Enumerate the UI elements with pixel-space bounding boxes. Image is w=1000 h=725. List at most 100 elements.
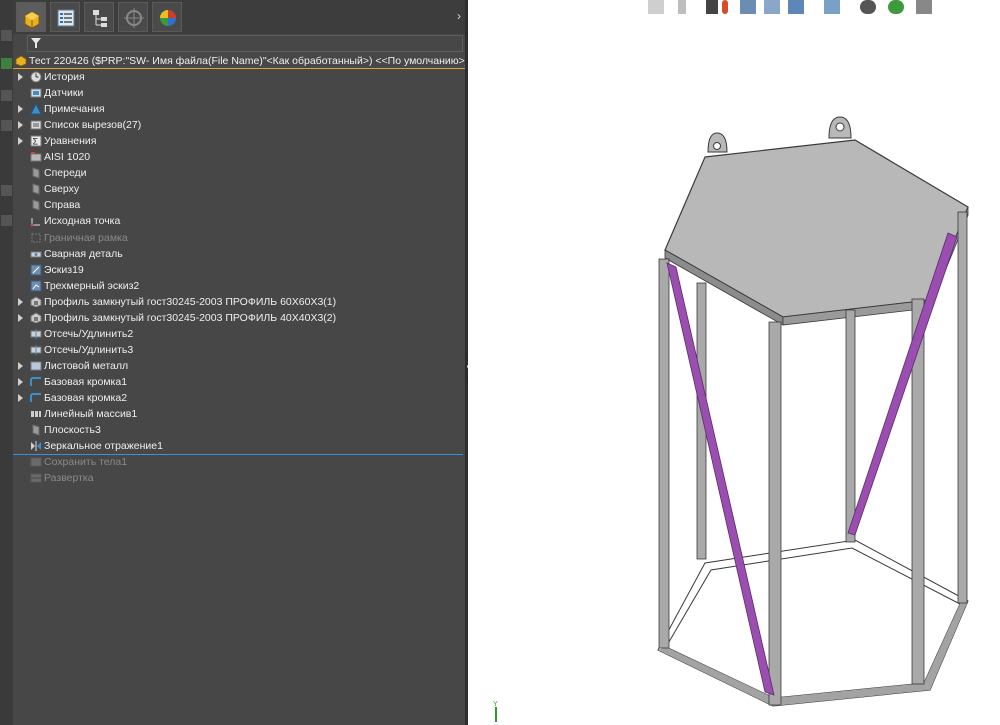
strip-button[interactable] xyxy=(1,185,12,196)
tree-item[interactable]: Профиль замкнутый гост30245-2003 ПРОФИЛЬ… xyxy=(13,295,465,311)
expand-arrow-icon[interactable] xyxy=(18,313,23,322)
tree-item-label: Уравнения xyxy=(44,135,97,148)
expand-arrow-icon[interactable] xyxy=(18,137,23,146)
strip-button[interactable] xyxy=(1,30,12,41)
configurationmanager-tab[interactable] xyxy=(84,2,114,32)
triad-y-label: Y xyxy=(493,701,498,708)
tree-item[interactable]: Сверху xyxy=(13,182,465,198)
tree-item[interactable]: Зеркальное отражение1 xyxy=(13,439,465,455)
tree-item[interactable]: AISI 1020 xyxy=(13,150,465,166)
annotation-icon xyxy=(30,103,42,115)
strip-button[interactable] xyxy=(1,90,12,101)
tree-root-label: Тест 220426 ($PRP:"SW- Имя файла(File Na… xyxy=(29,55,524,67)
equations-icon: Σ xyxy=(30,135,42,147)
strip-button[interactable] xyxy=(1,58,12,69)
tree-item[interactable]: Справа xyxy=(13,198,465,214)
tree-item-label: Примечания xyxy=(44,103,105,116)
tree-item[interactable]: Исходная точка xyxy=(13,214,465,230)
sheet-metal-icon xyxy=(30,361,42,371)
tree-item[interactable]: Плоскость3 xyxy=(13,423,465,439)
tabs-overflow-arrow[interactable]: › xyxy=(457,9,461,23)
graphics-viewport[interactable]: Y xyxy=(468,0,1000,725)
display-manager-tab[interactable] xyxy=(152,2,182,32)
tree-item[interactable]: Σ Уравнения xyxy=(13,134,465,150)
appearance-sphere-icon xyxy=(160,10,176,26)
tree-item-label: Эскиз19 xyxy=(44,263,84,276)
tree-item-label: Зеркальное отражение1 xyxy=(44,440,163,453)
model-view[interactable]: Y xyxy=(468,0,1000,725)
tree-item[interactable]: Листовой металл xyxy=(13,359,465,375)
base-flange-icon xyxy=(30,393,41,402)
tree-item-label: Граничная рамка xyxy=(44,231,128,244)
rollback-bar[interactable] xyxy=(13,454,463,455)
flat-pattern-icon xyxy=(30,473,42,483)
feature-manager-panel: › Тест 220426 ($PRP:"SW- Имя файла(File … xyxy=(13,0,523,725)
linear-pattern-icon xyxy=(31,411,41,418)
tree-item[interactable]: Трехмерный эскиз2 xyxy=(13,279,465,295)
featuremanager-tab[interactable] xyxy=(16,2,46,32)
dimxpert-tab[interactable] xyxy=(118,2,148,32)
bounding-box-icon xyxy=(31,233,41,242)
bottom-ring-segment xyxy=(924,601,968,690)
3d-sketch-icon xyxy=(30,280,42,292)
tree-item[interactable]: Спереди xyxy=(13,166,465,182)
structural-member-icon xyxy=(30,312,42,324)
diagonal-brace xyxy=(666,262,775,696)
expand-arrow-icon[interactable] xyxy=(18,361,23,370)
tree-item[interactable]: Отсечь/Удлинить3 xyxy=(13,343,465,359)
tree-item-label: Датчики xyxy=(44,87,84,100)
tree-root-part[interactable]: Тест 220426 ($PRP:"SW- Имя файла(File Na… xyxy=(13,55,523,69)
bottom-ring-segment xyxy=(773,683,930,706)
expand-arrow-icon[interactable] xyxy=(18,297,23,306)
tree-item[interactable]: Базовая кромка2 xyxy=(13,391,465,407)
tree-item-label: Исходная точка xyxy=(44,215,121,228)
save-bodies-icon xyxy=(30,457,42,467)
tree-item-label: Профиль замкнутый гост30245-2003 ПРОФИЛЬ… xyxy=(44,295,337,308)
tree-item-label: Сверху xyxy=(44,183,80,196)
material-icon xyxy=(30,152,42,162)
part-icon xyxy=(15,55,27,67)
root-underline xyxy=(13,68,465,69)
configuration-tree-icon xyxy=(93,10,107,27)
tree-item-label: Отсечь/Удлинить3 xyxy=(44,343,134,356)
tree-item-label: История xyxy=(44,71,85,83)
tree-item[interactable]: Базовая кромка1 xyxy=(13,375,465,391)
strip-button[interactable] xyxy=(1,215,12,226)
expand-arrow-icon[interactable] xyxy=(18,394,23,402)
tree-item[interactable]: Примечания xyxy=(13,102,465,118)
tree-filter-input[interactable] xyxy=(27,35,463,52)
tree-item-label: Сохранить тела1 xyxy=(44,456,128,469)
propertymanager-tab[interactable] xyxy=(50,2,80,32)
tree-item[interactable]: Профиль замкнутый гост30245-2003 ПРОФИЛЬ… xyxy=(13,311,465,327)
tree-item[interactable]: Список вырезов(27) xyxy=(13,118,465,134)
tree-item[interactable]: Сохранить тела1 xyxy=(13,455,465,471)
tree-item[interactable]: Линейный массив1 xyxy=(13,407,465,423)
tree-item[interactable]: Эскиз19 xyxy=(13,263,465,279)
tree-item-label: Сварная деталь xyxy=(44,247,123,260)
part-cubes-icon xyxy=(24,11,40,29)
manager-tabs: › xyxy=(13,0,465,34)
strip-button[interactable] xyxy=(1,120,12,131)
command-manager-strip xyxy=(0,0,13,725)
tree-item[interactable]: Граничная рамка xyxy=(13,231,465,247)
tree-item[interactable]: Сварная деталь xyxy=(13,247,465,263)
weldment-icon xyxy=(30,251,42,258)
post xyxy=(768,321,782,706)
expand-arrow-icon[interactable] xyxy=(18,377,23,386)
plane-icon xyxy=(32,183,40,196)
svg-text:Σ: Σ xyxy=(33,137,39,147)
sketch-icon xyxy=(30,264,42,276)
tree-item-label: Базовая кромка1 xyxy=(44,375,128,388)
expand-arrow-icon[interactable] xyxy=(18,105,23,114)
tree-item[interactable]: История xyxy=(13,70,465,86)
cut-list-icon xyxy=(30,120,42,130)
tree-item[interactable]: Датчики xyxy=(13,86,465,102)
property-list-icon xyxy=(57,9,75,27)
filter-funnel-icon[interactable] xyxy=(31,38,41,49)
tree-item[interactable]: Развертка xyxy=(13,471,465,487)
expand-arrow-icon[interactable] xyxy=(18,121,23,130)
expand-arrow-icon[interactable] xyxy=(18,73,23,81)
post xyxy=(658,258,670,649)
trim-extend-icon xyxy=(30,344,42,355)
tree-item[interactable]: Отсечь/Удлинить2 xyxy=(13,327,465,343)
